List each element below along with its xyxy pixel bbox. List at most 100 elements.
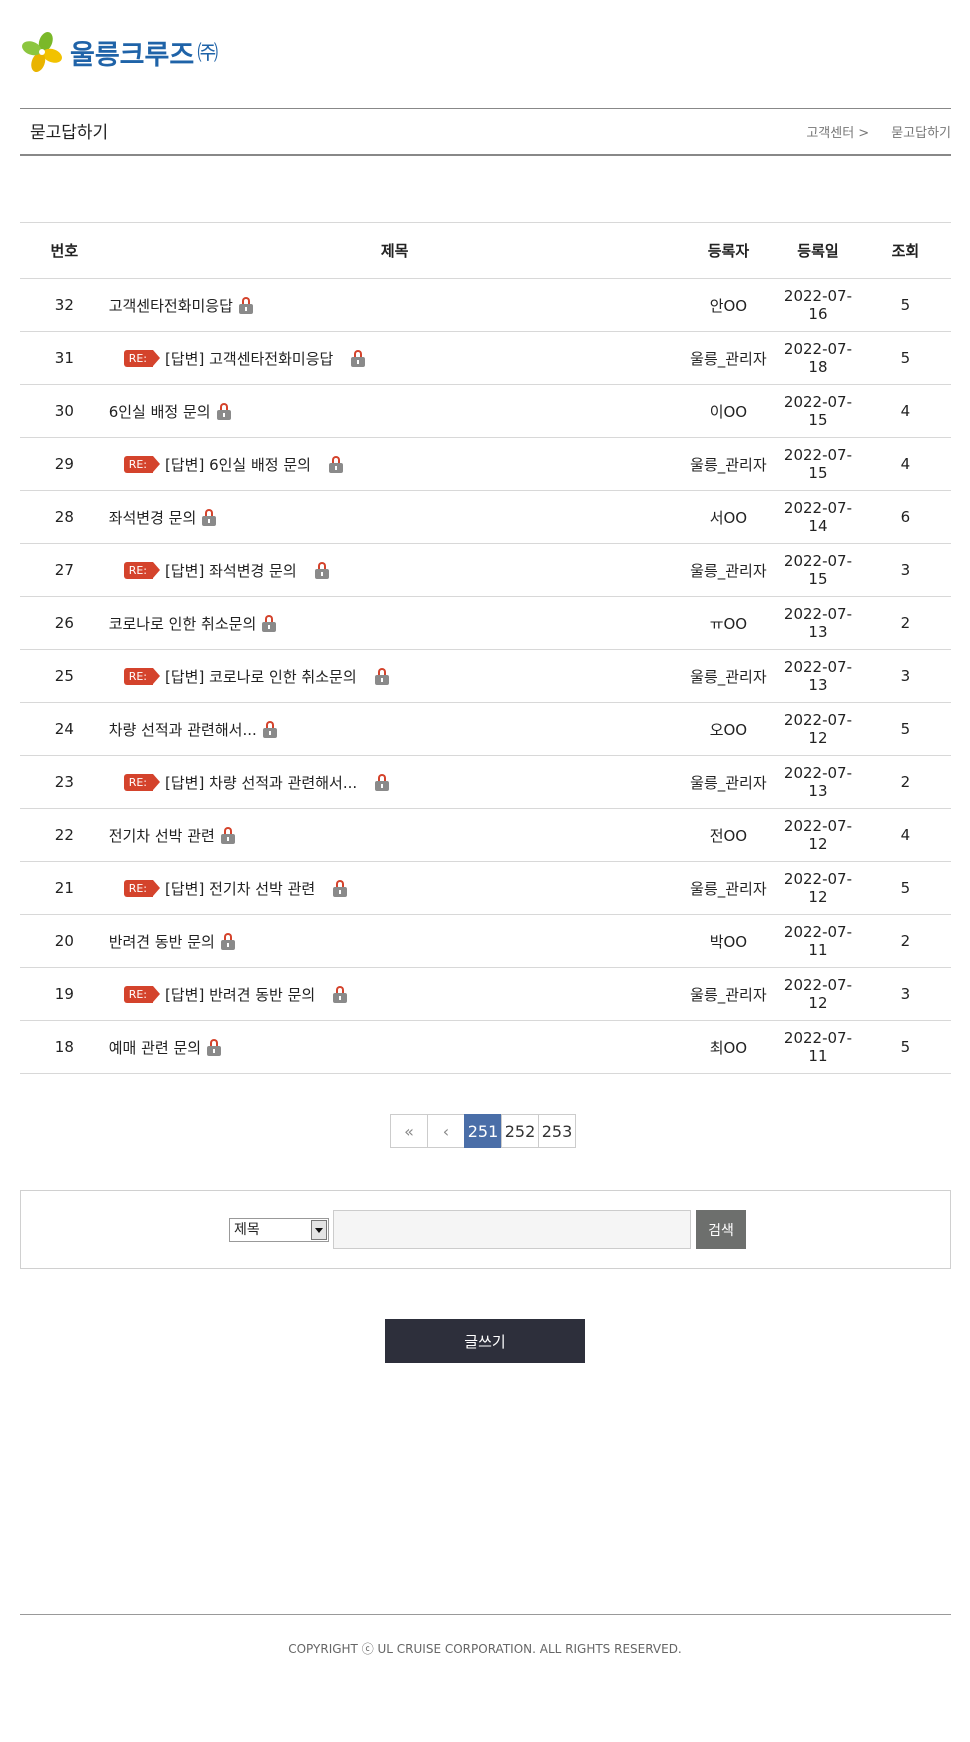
reply-badge: RE: [123, 879, 161, 897]
dropdown-arrow-icon[interactable] [311, 1220, 327, 1240]
post-title[interactable]: 고객센타전화미응답 [109, 295, 233, 316]
table-row[interactable]: 23 RE: [답변] 차량 선적과 관련해서... 울릉_관리자 2022-07-13… [20, 755, 951, 809]
table-row[interactable]: 26 코로나로 인한 취소문의 ㅠOO 2022-07-13 2 [20, 596, 951, 650]
table-row[interactable]: 27 RE: [답변] 좌석변경 문의 울릉_관리자 2022-07-15 3 [20, 543, 951, 597]
table-row[interactable]: 31 RE: [답변] 고객센타전화미응답 울릉_관리자 2022-07-18 5 [20, 331, 951, 385]
row-writer: 오OO [680, 702, 777, 756]
column-header-writer: 등록자 [680, 222, 777, 279]
row-views: 5 [859, 1020, 951, 1074]
copyright-text: COPYRIGHT ⓒ UL CRUISE CORPORATION. ALL R… [288, 1642, 682, 1656]
table-row[interactable]: 19 RE: [답변] 반려견 동반 문의 울릉_관리자 2022-07-12 3 [20, 967, 951, 1021]
table-row[interactable]: 24 차량 선적과 관련해서... 오OO 2022-07-12 5 [20, 702, 951, 756]
post-title[interactable]: 반려견 동반 문의 [109, 931, 215, 952]
row-number: 30 [20, 384, 109, 438]
row-views: 6 [859, 490, 951, 544]
post-title-link[interactable]: RE: [답변] 전기차 선박 관련 [109, 878, 348, 899]
post-title[interactable]: [답변] 6인실 배정 문의 [165, 454, 311, 475]
table-row[interactable]: 21 RE: [답변] 전기차 선박 관련 울릉_관리자 2022-07-12 5 [20, 861, 951, 915]
lock-icon [314, 561, 329, 579]
footer-divider [20, 1614, 951, 1615]
page-title-bar: 묻고답하기 고객센터 > 묻고답하기 [20, 108, 951, 156]
table-row[interactable]: 18 예매 관련 문의 최OO 2022-07-11 5 [20, 1020, 951, 1074]
table-row[interactable]: 32 고객센타전화미응답 안OO 2022-07-16 5 [20, 278, 951, 332]
post-title-link[interactable]: 차량 선적과 관련해서... [109, 719, 277, 740]
post-title[interactable]: [답변] 반려견 동반 문의 [165, 984, 315, 1005]
post-title-link[interactable]: 예매 관련 문의 [109, 1037, 222, 1058]
table-row[interactable]: 28 좌석변경 문의 서OO 2022-07-14 6 [20, 490, 951, 544]
row-date: 2022-07-18 [776, 331, 860, 385]
breadcrumb-qna[interactable]: 묻고답하기 [891, 122, 951, 141]
row-date: 2022-07-11 [776, 914, 860, 968]
post-title[interactable]: [답변] 좌석변경 문의 [165, 560, 297, 581]
row-views: 5 [859, 331, 951, 385]
lock-icon [375, 773, 390, 791]
brand-name: 울릉크루즈 [70, 39, 195, 71]
search-panel: 제목 검색 [20, 1190, 951, 1269]
column-header-number: 번호 [20, 222, 109, 279]
post-title[interactable]: 코로나로 인한 취소문의 [109, 613, 257, 634]
row-views: 3 [859, 649, 951, 703]
page-button-253[interactable]: 253 [538, 1114, 576, 1148]
row-writer: 이OO [680, 384, 777, 438]
post-title-link[interactable]: RE: [답변] 고객센타전화미응답 [109, 348, 366, 369]
post-title-link[interactable]: RE: [답변] 좌석변경 문의 [109, 560, 329, 581]
post-title-link[interactable]: 6인실 배정 문의 [109, 401, 231, 422]
post-title[interactable]: 좌석변경 문의 [109, 507, 197, 528]
row-subject-cell: 반려견 동반 문의 [108, 914, 681, 968]
post-title[interactable]: [답변] 차량 선적과 관련해서... [165, 772, 357, 793]
write-post-button[interactable]: 글쓰기 [385, 1319, 585, 1363]
row-writer: 울릉_관리자 [680, 967, 777, 1021]
post-title[interactable]: 6인실 배정 문의 [109, 401, 211, 422]
post-title[interactable]: [답변] 코로나로 인한 취소문의 [165, 666, 357, 687]
row-number: 24 [20, 702, 109, 756]
row-writer: 울릉_관리자 [680, 437, 777, 491]
row-subject-cell: RE: [답변] 고객센타전화미응답 [108, 331, 681, 385]
row-number: 19 [20, 967, 109, 1021]
row-number: 25 [20, 649, 109, 703]
column-header-views: 조회 [859, 222, 951, 279]
row-writer: 울릉_관리자 [680, 331, 777, 385]
row-number: 31 [20, 331, 109, 385]
reply-badge: RE: [123, 455, 161, 473]
post-title-link[interactable]: RE: [답변] 차량 선적과 관련해서... [109, 772, 390, 793]
post-title[interactable]: 전기차 선박 관련 [109, 825, 215, 846]
row-writer: 박OO [680, 914, 777, 968]
post-title-link[interactable]: 좌석변경 문의 [109, 507, 217, 528]
post-title[interactable]: 예매 관련 문의 [109, 1037, 201, 1058]
column-header-date: 등록일 [776, 222, 860, 279]
row-subject-cell: RE: [답변] 6인실 배정 문의 [108, 437, 681, 491]
post-title-link[interactable]: RE: [답변] 코로나로 인한 취소문의 [109, 666, 389, 687]
post-title-link[interactable]: 고객센타전화미응답 [109, 295, 253, 316]
table-row[interactable]: 22 전기차 선박 관련 전OO 2022-07-12 4 [20, 808, 951, 862]
post-title-link[interactable]: 전기차 선박 관련 [109, 825, 235, 846]
post-title-link[interactable]: RE: [답변] 6인실 배정 문의 [109, 454, 343, 475]
post-title-link[interactable]: 코로나로 인한 취소문의 [109, 613, 277, 634]
page-button-251[interactable]: 251 [464, 1114, 502, 1148]
table-row[interactable]: 20 반려견 동반 문의 박OO 2022-07-11 2 [20, 914, 951, 968]
row-views: 4 [859, 437, 951, 491]
post-title[interactable]: [답변] 전기차 선박 관련 [165, 878, 315, 899]
page-button-252[interactable]: 252 [501, 1114, 539, 1148]
post-title[interactable]: 차량 선적과 관련해서... [109, 719, 257, 740]
search-button[interactable]: 검색 [696, 1210, 746, 1249]
post-title-link[interactable]: 반려견 동반 문의 [109, 931, 235, 952]
search-input[interactable] [333, 1210, 691, 1249]
prev-page-button[interactable]: ‹ [427, 1114, 465, 1148]
post-title-link[interactable]: RE: [답변] 반려견 동반 문의 [109, 984, 348, 1005]
search-field-select[interactable]: 제목 [229, 1218, 329, 1242]
first-page-button[interactable]: « [390, 1114, 428, 1148]
row-subject-cell: 코로나로 인한 취소문의 [108, 596, 681, 650]
site-logo[interactable]: 울릉크루즈 ㈜ [20, 30, 218, 74]
table-row[interactable]: 25 RE: [답변] 코로나로 인한 취소문의 울릉_관리자 2022-07-13 3 [20, 649, 951, 703]
breadcrumb-customer-center[interactable]: 고객센터 > [806, 122, 869, 141]
row-number: 21 [20, 861, 109, 915]
row-writer: 울릉_관리자 [680, 755, 777, 809]
post-title[interactable]: [답변] 고객센타전화미응답 [165, 348, 333, 369]
row-views: 5 [859, 702, 951, 756]
row-views: 2 [859, 914, 951, 968]
page-title: 묻고답하기 [30, 123, 109, 143]
row-date: 2022-07-12 [776, 967, 860, 1021]
table-row[interactable]: 30 6인실 배정 문의 이OO 2022-07-15 4 [20, 384, 951, 438]
table-row[interactable]: 29 RE: [답변] 6인실 배정 문의 울릉_관리자 2022-07-15 4 [20, 437, 951, 491]
row-number: 26 [20, 596, 109, 650]
